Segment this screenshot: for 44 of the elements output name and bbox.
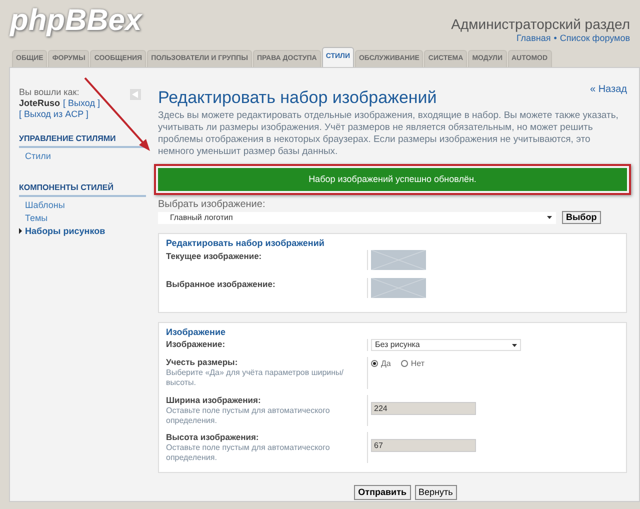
select-label: Выбрать изображение: bbox=[158, 199, 266, 211]
sidebar-item[interactable]: Наборы рисунков bbox=[19, 223, 150, 236]
field-hint: Оставьте поле пустым для автоматического определения. bbox=[166, 406, 331, 426]
caret-icon bbox=[512, 344, 517, 346]
bullet-icon bbox=[19, 228, 22, 234]
collapse-icon[interactable] bbox=[130, 89, 141, 100]
image-placeholder-icon bbox=[371, 278, 426, 298]
text-input[interactable]: 224 bbox=[371, 402, 476, 415]
radio-option[interactable]: Нет bbox=[400, 359, 424, 368]
fieldset-legend: Изображение bbox=[166, 327, 619, 338]
field-label: Изображение: bbox=[166, 339, 226, 350]
field-hint: Оставьте поле пустым для автоматического определения. bbox=[166, 443, 331, 463]
image-select[interactable]: Главный логотип bbox=[158, 212, 556, 224]
image-dropdown[interactable]: Без рисунка bbox=[371, 339, 521, 351]
description: Здесь вы можете редактировать отдельные изображения, входящие в набор. Вы можете также указать, учитывать ли размеры изображения. Учёт размеров не является обязательным, но может решить проблемы отображения в некоторых браузерах. Если размеры изображения не учитываются, это немного уменьшит размер базы данных. bbox=[158, 110, 620, 158]
success-message: Набор изображений успешно обновлён. bbox=[158, 168, 627, 191]
login-label: Вы вошли как: bbox=[19, 87, 80, 98]
image-placeholder-icon bbox=[371, 250, 426, 270]
form-button[interactable]: Отправить bbox=[354, 485, 411, 500]
page-title: Редактировать набор изображений bbox=[158, 87, 437, 108]
caret-icon bbox=[547, 216, 552, 219]
sidebar-heading: КОМПОНЕНТЫ СТИЛЕЙ bbox=[19, 182, 146, 197]
select-button[interactable]: Выбор bbox=[562, 211, 601, 224]
sidebar-item[interactable]: Темы bbox=[19, 210, 150, 223]
sidebar-item[interactable]: Шаблоны bbox=[19, 197, 150, 210]
form-button[interactable]: Вернуть bbox=[414, 485, 457, 500]
field-hint: Выберите «Да» для учёта параметров ширины/высоты. bbox=[166, 368, 345, 388]
separator: • bbox=[554, 32, 557, 45]
header-link[interactable]: Список форумов bbox=[560, 32, 630, 46]
text-input[interactable]: 67 bbox=[371, 439, 476, 452]
field-label: Учесть размеры: bbox=[166, 357, 239, 368]
fieldset-legend: Редактировать набор изображений bbox=[166, 238, 619, 249]
section-title: Администраторский раздел bbox=[451, 16, 630, 32]
acp-logout-link[interactable]: [ Выход из ACP ] bbox=[19, 109, 150, 120]
header-link[interactable]: Главная bbox=[516, 32, 551, 46]
back-link[interactable]: « Назад bbox=[590, 82, 627, 97]
username: JoteRuso bbox=[19, 98, 60, 109]
sidebar-item[interactable]: Стили bbox=[19, 148, 150, 161]
field-label: Ширина изображения: bbox=[166, 395, 262, 406]
logout-link[interactable]: [ Выход ] bbox=[63, 98, 100, 109]
radio-option[interactable]: Да bbox=[371, 359, 391, 368]
field-label: Высота изображения: bbox=[166, 432, 260, 443]
field-label: Текущее изображение: bbox=[166, 250, 263, 263]
field-label: Выбранное изображение: bbox=[166, 278, 276, 291]
